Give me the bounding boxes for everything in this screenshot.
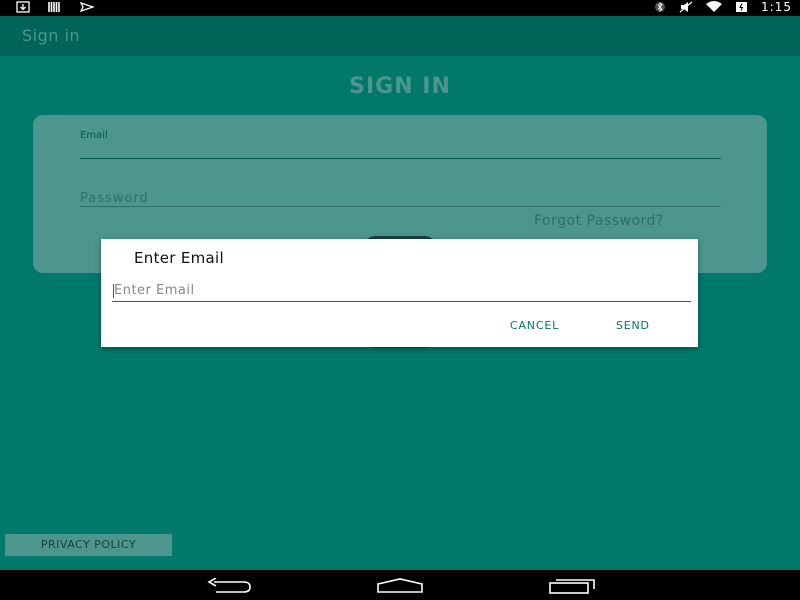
text-cursor: [113, 284, 114, 298]
email-field-label: Email: [80, 130, 108, 141]
status-bar: 1:15: [0, 0, 800, 16]
enter-email-dialog: Enter Email CANCEL SEND: [101, 239, 698, 347]
barcode-icon: [48, 2, 60, 12]
password-field-underline: [80, 206, 721, 207]
app-bar: Sign in: [0, 16, 800, 56]
send-icon: [80, 1, 94, 13]
dialog-title: Enter Email: [134, 249, 224, 267]
bluetooth-icon: [655, 2, 666, 12]
back-icon[interactable]: [206, 578, 252, 594]
forgot-password-link[interactable]: Forgot Password?: [534, 213, 664, 229]
privacy-policy-button[interactable]: PRIVACY POLICY: [5, 534, 172, 556]
home-icon[interactable]: [376, 578, 424, 594]
battery-icon: [736, 2, 748, 12]
recents-icon[interactable]: [548, 578, 596, 594]
send-button[interactable]: SEND: [616, 319, 650, 332]
status-time: 1:15: [761, 0, 792, 14]
status-bar-right: 1:15: [653, 0, 792, 14]
navigation-bar: [0, 570, 800, 600]
mute-icon: [679, 1, 693, 13]
download-icon: [16, 1, 30, 13]
wifi-icon: [706, 1, 723, 12]
dialog-email-input[interactable]: [112, 279, 691, 302]
email-field[interactable]: [80, 158, 721, 159]
cancel-button[interactable]: CANCEL: [510, 319, 559, 332]
app-bar-title: Sign in: [22, 26, 81, 45]
page-title: SIGN IN: [349, 74, 451, 99]
status-bar-left: [16, 1, 94, 13]
password-field[interactable]: Password: [80, 191, 149, 206]
